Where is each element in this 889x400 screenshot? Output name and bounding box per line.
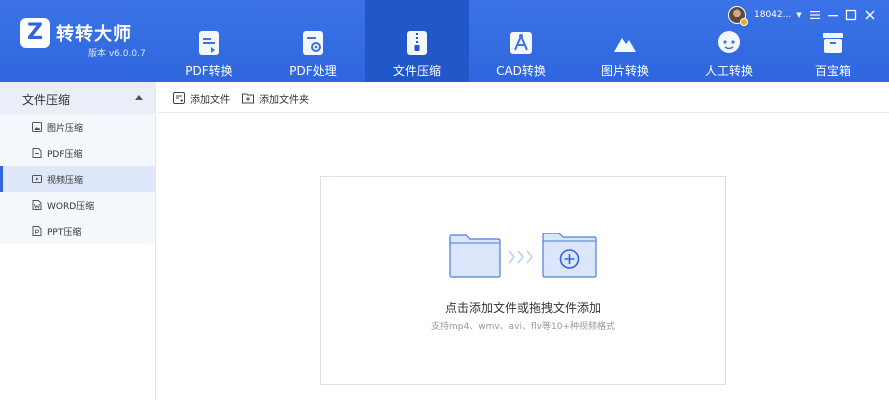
nav-label: 人工转换 <box>704 64 753 78</box>
app-name: 转转大师 <box>56 24 132 45</box>
sidebar: 文件压缩 图片压缩 PDF压缩 视频压缩 WORD压缩 PPT压缩 <box>0 82 156 400</box>
add-file-label: 添加文件 <box>190 94 230 106</box>
sidebar-item-label: PPT压缩 <box>47 228 82 238</box>
word-file-icon <box>32 200 42 210</box>
nav-label: 百宝箱 <box>814 64 851 78</box>
video-icon <box>32 175 42 183</box>
file-drop-zone[interactable]: 点击添加文件或拖拽文件添加 支持mp4、wmv、avi、flv等10+种视频格式 <box>320 176 726 385</box>
sidebar-group-label: 文件压缩 <box>22 93 71 107</box>
sidebar-item-list: 图片压缩 PDF压缩 视频压缩 WORD压缩 PPT压缩 <box>0 114 155 244</box>
mountain-image-icon <box>614 38 636 52</box>
folder-drop-illustration <box>449 233 597 278</box>
app-logo-icon: Z <box>20 18 50 48</box>
nav-item-pdf-process[interactable]: PDF处理 <box>261 0 365 82</box>
sidebar-item-image-compress[interactable]: 图片压缩 <box>0 114 155 140</box>
sidebar-item-label: PDF压缩 <box>47 150 83 160</box>
pdf-file-icon <box>32 148 42 158</box>
add-file-button[interactable]: 添加文件 <box>173 90 230 106</box>
source-folder-icon <box>449 234 501 278</box>
vip-badge-icon <box>740 18 748 26</box>
chevron-down-icon[interactable]: ▼ <box>796 11 801 19</box>
title-bar: Z 转转大师 版本 v6.0.0.7 PDF转换 PDF处理 文件压缩 CAD转… <box>0 0 889 82</box>
nav-label: PDF处理 <box>289 64 337 78</box>
sidebar-item-label: 图片压缩 <box>47 124 84 134</box>
sidebar-item-video-compress[interactable]: 视频压缩 <box>0 166 155 192</box>
target-folder-icon <box>542 233 597 278</box>
add-folder-label: 添加文件夹 <box>259 94 309 106</box>
nav-item-image-convert[interactable]: 图片转换 <box>573 0 677 82</box>
chat-bubble-icon <box>718 31 740 53</box>
cad-icon <box>510 32 532 54</box>
nav-item-cad-convert[interactable]: CAD转换 <box>469 0 573 82</box>
ppt-file-icon <box>32 226 42 236</box>
app-version: 版本 v6.0.0.7 <box>88 49 146 59</box>
pdf-process-icon <box>303 31 323 55</box>
user-menu[interactable]: 18042... ▼ <box>728 6 802 26</box>
collapse-caret-icon[interactable] <box>135 95 143 100</box>
image-icon <box>32 122 42 132</box>
menu-icon[interactable] <box>808 8 822 22</box>
nav-label: CAD转换 <box>496 64 546 78</box>
sidebar-item-word-compress[interactable]: WORD压缩 <box>0 192 155 218</box>
sidebar-item-label: WORD压缩 <box>47 202 95 212</box>
avatar[interactable] <box>728 6 748 26</box>
toolbox-icon <box>823 33 843 53</box>
toolbar: 添加文件 添加文件夹 <box>157 82 889 113</box>
zip-file-icon <box>407 31 427 55</box>
nav-item-file-compress[interactable]: 文件压缩 <box>365 0 469 82</box>
sidebar-item-pdf-compress[interactable]: PDF压缩 <box>0 140 155 166</box>
sidebar-item-ppt-compress[interactable]: PPT压缩 <box>0 218 155 244</box>
nav-label: 文件压缩 <box>392 64 441 78</box>
sidebar-item-label: 视频压缩 <box>47 176 84 186</box>
arrows-icon <box>508 250 533 264</box>
add-folder-button[interactable]: 添加文件夹 <box>242 90 309 106</box>
drop-zone-title: 点击添加文件或拖拽文件添加 <box>444 301 601 315</box>
nav-label: 图片转换 <box>600 64 649 78</box>
drop-zone-subtitle: 支持mp4、wmv、avi、flv等10+种视频格式 <box>431 322 615 332</box>
sidebar-group-file-compress[interactable]: 文件压缩 <box>0 82 155 114</box>
close-icon[interactable] <box>863 8 877 22</box>
nav-label: PDF转换 <box>185 64 233 78</box>
minimize-icon[interactable] <box>826 8 840 22</box>
add-file-icon <box>173 92 185 104</box>
add-folder-icon <box>242 93 254 104</box>
pdf-convert-icon <box>199 31 219 55</box>
sidebar-empty-area <box>0 244 155 400</box>
user-name[interactable]: 18042... <box>754 10 791 20</box>
maximize-icon[interactable] <box>844 8 858 22</box>
nav-item-pdf-convert[interactable]: PDF转换 <box>157 0 261 82</box>
